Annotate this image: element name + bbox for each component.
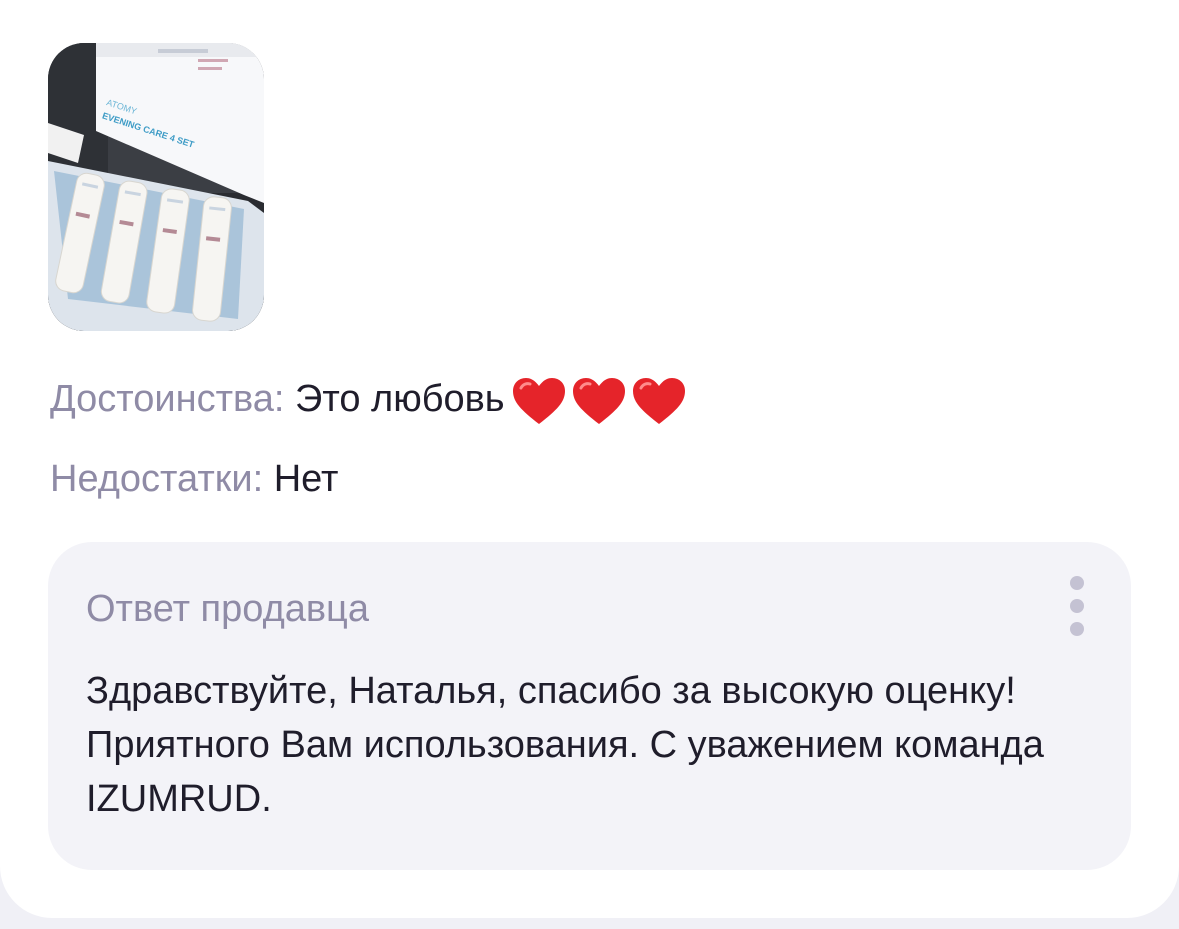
more-dot: [1070, 599, 1084, 613]
seller-reply-card: Ответ продавца Здравствуйте, Наталья, сп…: [48, 542, 1131, 870]
heart-icon: [631, 376, 687, 424]
pros-value: Это любовь: [295, 378, 505, 420]
cropped-text-remnant: [85, 0, 315, 6]
review-photo[interactable]: ATOMY EVENING CARE 4 SET: [48, 43, 264, 331]
pros-emoji-group: [507, 376, 687, 424]
seller-reply-text: Здравствуйте, Наталья, спасибо за высоку…: [86, 670, 1044, 820]
heart-icon: [571, 376, 627, 424]
cons-row: Недостатки: Нет: [50, 456, 338, 502]
more-dot: [1070, 576, 1084, 590]
heart-icon: [511, 376, 567, 424]
pros-label: Достоинства:: [50, 378, 285, 420]
more-dot: [1070, 622, 1084, 636]
review-photo-image: ATOMY EVENING CARE 4 SET: [48, 43, 264, 331]
seller-reply-title: Ответ продавца: [86, 588, 369, 630]
more-vertical-icon[interactable]: [1058, 570, 1096, 640]
pros-row: Достоинства: Это любовь: [50, 376, 687, 424]
cons-label: Недостатки:: [50, 458, 264, 500]
cons-value: Нет: [273, 458, 339, 500]
